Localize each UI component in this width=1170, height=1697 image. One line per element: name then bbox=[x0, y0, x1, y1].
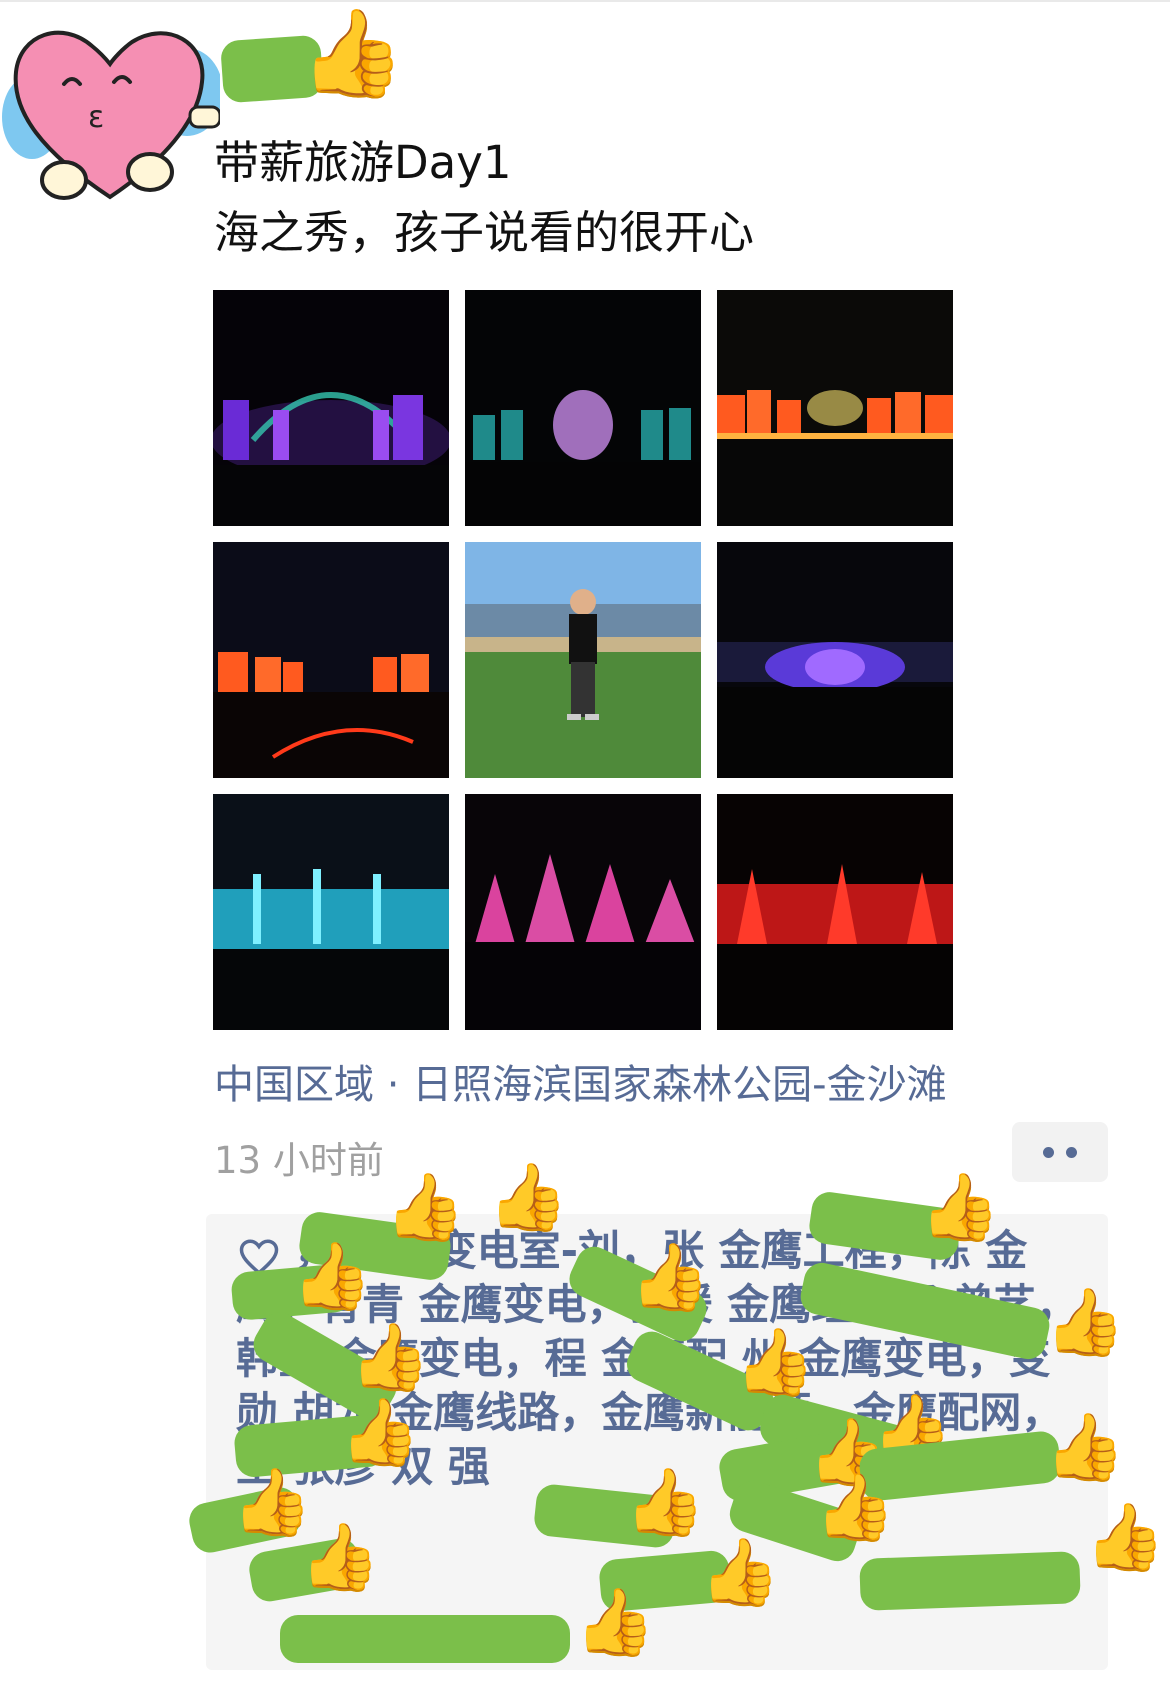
photo-light-show-2[interactable] bbox=[465, 290, 701, 526]
photo-fountain-red[interactable] bbox=[717, 794, 953, 1030]
post-text-line-1: 带薪旅游Day1 bbox=[214, 136, 512, 189]
top-divider bbox=[0, 0, 1170, 2]
post-timestamp: 13 小时前 bbox=[214, 1139, 384, 1182]
photo-fountain-pink[interactable] bbox=[465, 794, 701, 1030]
photo-light-show-5[interactable] bbox=[717, 542, 953, 778]
more-actions-button[interactable] bbox=[1012, 1122, 1108, 1182]
more-dot-icon bbox=[1043, 1146, 1054, 1158]
svg-text:ɛ: ɛ bbox=[88, 100, 104, 135]
thumbs-up-sticker-icon: 👍 bbox=[300, 3, 405, 101]
avatar[interactable]: ɛ bbox=[2, 12, 220, 202]
photo-grid bbox=[213, 290, 954, 1030]
likes-panel: ，金鹰 变电室-刘，张 金鹰工程，陈 金鹰，青青 金鹰变电，张媛 金鹰经营部 曾… bbox=[206, 1214, 1108, 1670]
photo-boy-beach[interactable] bbox=[465, 542, 701, 778]
photo-fountain-cyan[interactable] bbox=[213, 794, 449, 1030]
likes-names[interactable]: ，金鹰 变电室-刘，张 金鹰工程，陈 金鹰，青青 金鹰变电，张媛 金鹰经营部 曾… bbox=[236, 1224, 1088, 1494]
photo-light-show-1[interactable] bbox=[213, 290, 449, 526]
more-dot-icon bbox=[1066, 1146, 1077, 1158]
post-text-line-2: 海之秀，孩子说看的很开心 bbox=[214, 206, 755, 259]
photo-light-show-3[interactable] bbox=[717, 290, 953, 526]
location-link[interactable]: 中国区域 · 日照海滨国家森林公园-金沙滩 bbox=[214, 1052, 947, 1110]
photo-light-show-4[interactable] bbox=[213, 542, 449, 778]
